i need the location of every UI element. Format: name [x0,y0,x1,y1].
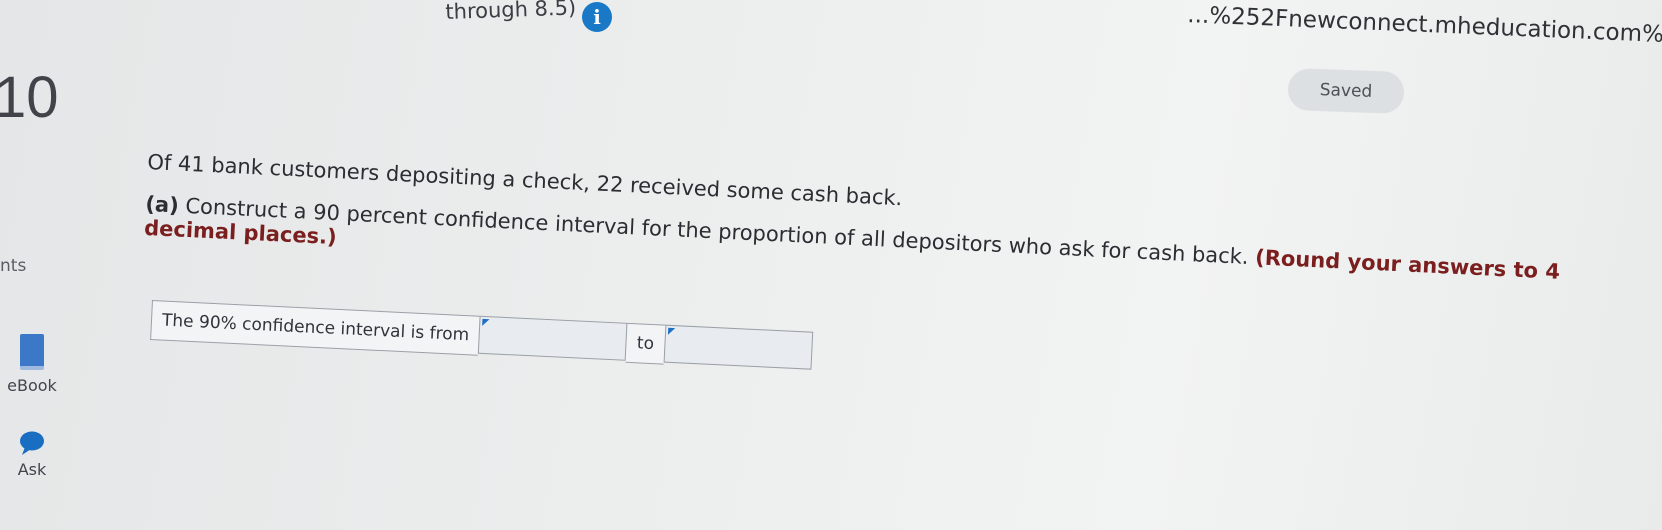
question-number: 10 [0,65,59,130]
to-label: to [625,322,665,365]
ask-label: Ask [17,460,47,479]
section-breadcrumb-text: through 8.5) [445,0,577,24]
ebook-button[interactable]: eBook [0,334,64,395]
question-body: Of 41 bank customers depositing a check,… [144,150,1662,289]
input-flag-icon [482,318,490,327]
info-icon[interactable]: i [582,2,612,32]
answer-label: The 90% confidence interval is from [150,300,481,356]
answer-row: The 90% confidence interval is from to [150,300,813,372]
part-letter: (a) [144,191,180,218]
ebook-label: eBook [7,376,57,395]
lower-bound-input[interactable] [478,315,628,361]
saved-status-badge: Saved [1287,67,1405,115]
address-bar-url[interactable]: ...%252Fnewconnect.mheducation.com%252F#… [1187,2,1662,53]
rounding-instruction: (Round your answers to 4 [1254,245,1561,284]
input-flag-icon [667,327,675,336]
upper-bound-input[interactable] [663,324,813,370]
book-icon [20,334,44,370]
section-breadcrumb: through 8.5) [445,0,577,24]
points-label: nts [0,256,27,276]
ask-button[interactable]: Ask [0,430,64,479]
